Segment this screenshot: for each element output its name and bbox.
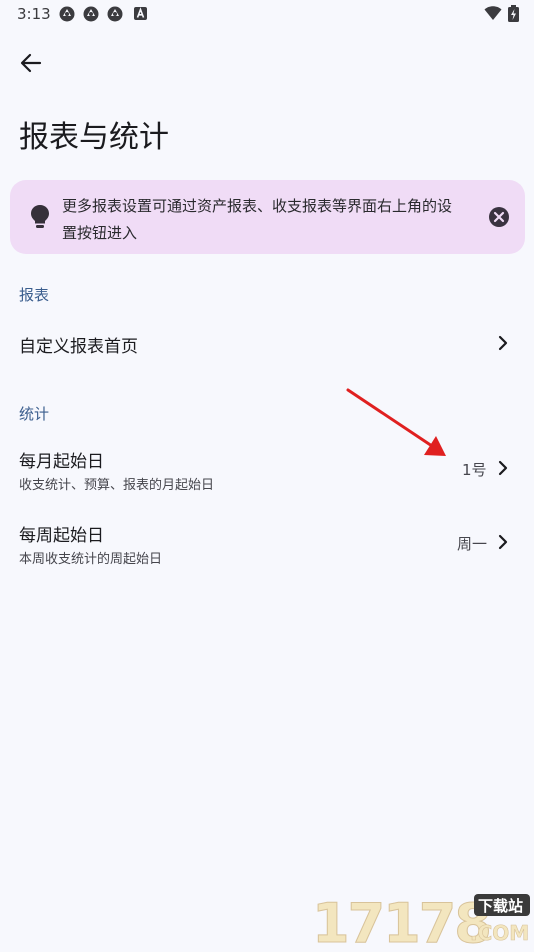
app-notification-icon [59, 6, 75, 22]
svg-text:下载站: 下载站 [478, 897, 523, 915]
section-header-statistics: 统计 [19, 405, 50, 423]
page-title: 报表与统计 [19, 120, 169, 155]
row-value: 1号 [462, 461, 487, 479]
tip-text: 更多报表设置可通过资产报表、收支报表等界面右上角的设置按钮进入 [62, 197, 453, 242]
row-value: 周一 [457, 535, 488, 553]
lightbulb-icon [31, 205, 49, 228]
row-title: 自定义报表首页 [19, 337, 138, 357]
row-title: 每月起始日 [19, 452, 104, 472]
setting-row-custom-report-home[interactable]: 自定义报表首页 [0, 318, 534, 368]
setting-row-month-start-day[interactable]: 每月起始日 收支统计、预算、报表的月起始日 1号 [0, 440, 534, 500]
row-subtitle: 收支统计、预算、报表的月起始日 [19, 478, 215, 493]
battery-icon [508, 5, 519, 22]
wifi-icon [484, 6, 502, 20]
app-notification-icon [83, 6, 99, 22]
row-subtitle: 本周收支统计的周起始日 [19, 552, 163, 567]
back-button[interactable] [14, 46, 48, 80]
tip-close-button[interactable] [488, 206, 510, 228]
watermark-graphic: 17178 下载站 .COM [312, 892, 530, 952]
chevron-right-icon [498, 534, 508, 550]
setting-row-week-start-day[interactable]: 每周起始日 本周收支统计的周起始日 周一 [0, 514, 534, 574]
watermark-logo: 17178 下载站 .COM [310, 888, 532, 952]
arrow-left-icon [20, 53, 42, 73]
chevron-right-icon [498, 335, 508, 351]
app-notification-icon [107, 6, 123, 22]
close-circle-icon [489, 207, 509, 227]
annotation-arrow [346, 388, 446, 456]
a-badge-icon [134, 7, 147, 20]
status-time: 3:13 [17, 5, 51, 23]
section-header-reports: 报表 [19, 286, 50, 304]
row-title: 每周起始日 [19, 526, 104, 546]
tip-card: 更多报表设置可通过资产报表、收支报表等界面右上角的设置按钮进入 [10, 180, 525, 254]
chevron-right-icon [498, 460, 508, 476]
status-bar: 3:13 [0, 0, 534, 28]
svg-text:17178: 17178 [312, 892, 490, 948]
svg-text:.COM: .COM [470, 921, 529, 945]
